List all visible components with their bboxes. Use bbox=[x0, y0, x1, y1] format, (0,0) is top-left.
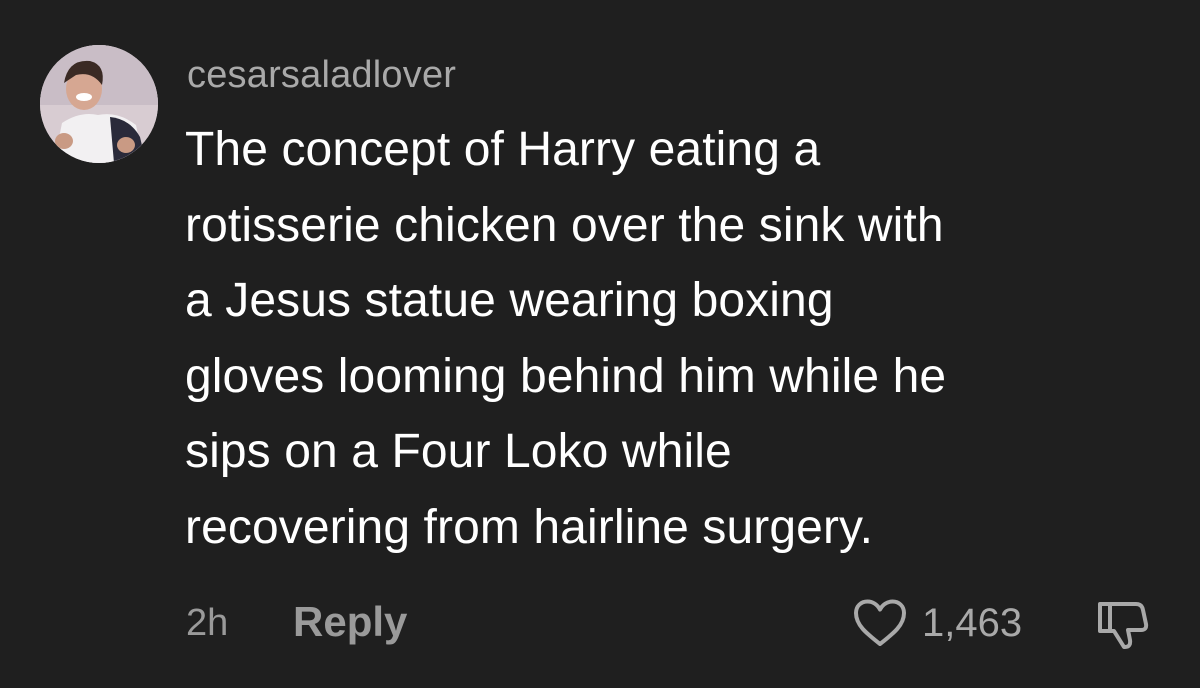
comment-text-line: a Jesus statue wearing boxing bbox=[185, 274, 834, 327]
dislike-button[interactable] bbox=[1092, 600, 1152, 650]
comment-text-line: rotisserie chicken over the sink with bbox=[185, 198, 944, 252]
comment-text-line: The concept of Harry eating a bbox=[185, 123, 821, 176]
comment-text-line: recovering from hairline surgery. bbox=[185, 500, 874, 554]
thumbs-down-icon bbox=[1098, 602, 1149, 649]
comment-item: cesarsaladlover The concept of Harry eat… bbox=[0, 0, 1200, 688]
comment-timestamp: 2h bbox=[186, 602, 229, 644]
like-count: 1,463 bbox=[922, 601, 1023, 645]
avatar[interactable] bbox=[40, 45, 158, 163]
comment-text: The concept of Harry eating a rotisserie… bbox=[185, 112, 1185, 565]
comment-text-line: sips on a Four Loko while bbox=[185, 425, 732, 478]
like-button[interactable]: 1,463 bbox=[852, 598, 1022, 648]
username[interactable]: cesarsaladlover bbox=[187, 52, 456, 98]
avatar-photo bbox=[40, 45, 158, 163]
comment-text-line: gloves looming behind him while he bbox=[185, 349, 947, 403]
reply-button[interactable]: Reply bbox=[293, 598, 407, 646]
heart-icon bbox=[854, 599, 906, 646]
